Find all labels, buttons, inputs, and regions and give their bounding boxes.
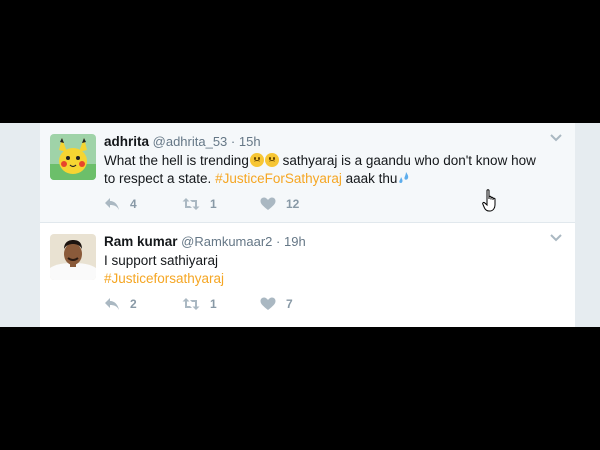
tweet-text: What the hell is trending sathyaraj is a… xyxy=(104,152,545,190)
tweet[interactable]: Ram kumar @Ramkumaar2 · 19h I support sa… xyxy=(40,223,575,327)
tweet-actions: 4 1 12 xyxy=(104,197,338,211)
author-name[interactable]: adhrita xyxy=(104,134,149,149)
avatar[interactable] xyxy=(50,134,96,180)
retweet-button[interactable]: 1 xyxy=(182,297,260,311)
author-name[interactable]: Ram kumar xyxy=(104,234,178,249)
like-button[interactable]: 7 xyxy=(260,297,338,311)
like-button[interactable]: 12 xyxy=(260,197,338,211)
tweet-text-part: What the hell is trending xyxy=(104,153,249,168)
hand-pointer-cursor-icon xyxy=(482,189,496,212)
tweet[interactable]: adhrita @adhrita_53 · 15h What the hell … xyxy=(40,123,575,223)
letterbox-top xyxy=(0,0,600,123)
worried-face-emoji-icon xyxy=(264,153,279,167)
hashtag-link[interactable]: #JusticeForSathyaraj xyxy=(215,171,342,186)
like-count: 7 xyxy=(286,297,293,311)
retweet-count: 1 xyxy=(210,197,217,211)
chevron-down-icon[interactable] xyxy=(549,133,563,143)
tweet-actions: 2 1 7 xyxy=(104,297,338,311)
reply-button[interactable]: 4 xyxy=(104,197,182,211)
sweat-droplets-emoji-icon xyxy=(397,171,411,190)
tweet-text-part: aaak thu xyxy=(341,171,398,186)
chevron-down-icon[interactable] xyxy=(549,233,563,243)
avatar[interactable] xyxy=(50,234,96,280)
retweet-icon xyxy=(182,198,200,210)
reply-count: 2 xyxy=(130,297,137,311)
hashtag-link[interactable]: #Justiceforsathyaraj xyxy=(104,270,545,288)
tweet-header: adhrita @adhrita_53 · 15h xyxy=(104,133,545,151)
worried-face-emoji-icon xyxy=(249,153,264,167)
heart-icon xyxy=(260,197,276,210)
reply-button[interactable]: 2 xyxy=(104,297,182,311)
like-count: 12 xyxy=(286,197,300,211)
tweet-time[interactable]: 19h xyxy=(284,234,306,249)
author-handle[interactable]: @adhrita_53 xyxy=(153,134,228,149)
retweet-count: 1 xyxy=(210,297,217,311)
tweet-header: Ram kumar @Ramkumaar2 · 19h xyxy=(104,233,545,251)
retweet-icon xyxy=(182,298,200,310)
tweet-text-part: I support sathiyaraj xyxy=(104,253,219,268)
reply-icon xyxy=(105,198,119,210)
tweet-timeline: adhrita @adhrita_53 · 15h What the hell … xyxy=(0,123,600,327)
separator-dot: · xyxy=(230,134,236,149)
separator-dot: · xyxy=(276,234,281,249)
retweet-button[interactable]: 1 xyxy=(182,197,260,211)
author-handle[interactable]: @Ramkumaar2 xyxy=(181,234,272,249)
reply-icon xyxy=(105,298,119,310)
tweet-text: I support sathiyaraj #Justiceforsathyara… xyxy=(104,252,545,288)
letterbox-bottom xyxy=(0,327,600,450)
tweet-time[interactable]: 15h xyxy=(239,134,261,149)
heart-icon xyxy=(260,297,276,310)
reply-count: 4 xyxy=(130,197,137,211)
